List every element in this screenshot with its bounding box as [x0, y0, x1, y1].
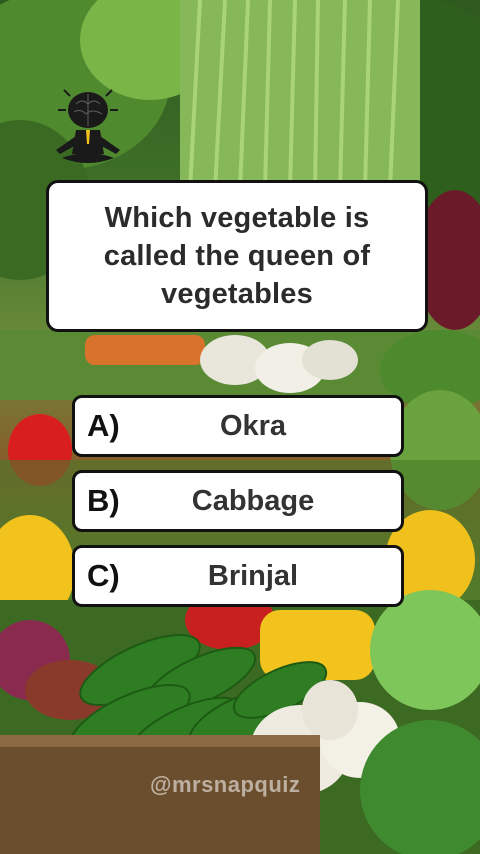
option-a-button[interactable]: A) Okra — [72, 395, 404, 457]
option-letter: C) — [87, 558, 120, 593]
option-label: Okra — [219, 409, 287, 442]
meditating-brain-figure-icon — [48, 88, 128, 174]
option-letter: A) — [87, 408, 120, 443]
option-letter: B) — [87, 483, 120, 518]
option-c-button[interactable]: C) Brinjal — [72, 545, 404, 607]
option-label: Brinjal — [207, 559, 299, 592]
question-text: Which vegetable is called the queen of v… — [103, 202, 371, 310]
watermark-text: @mrsnapquiz — [150, 772, 301, 797]
option-b-button[interactable]: B) Cabbage — [72, 470, 404, 532]
option-label: Cabbage — [191, 484, 315, 517]
question-card: Which vegetable is called the queen of v… — [46, 180, 428, 332]
